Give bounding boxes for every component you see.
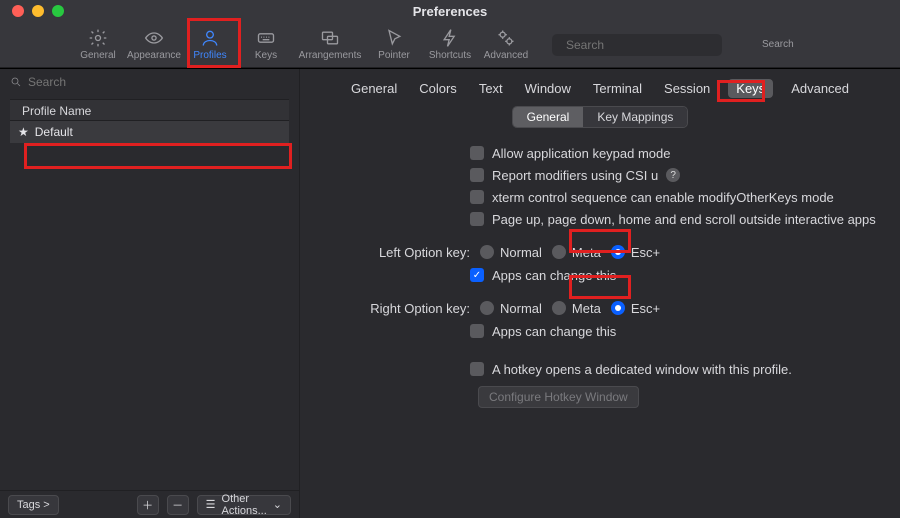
toolbar-label: Keys — [255, 50, 277, 61]
label-apps-change-left: Apps can change this — [492, 268, 616, 283]
keyboard-icon — [256, 28, 276, 48]
body: Profile Name ★ Default Tags > ＋ － ☰ Othe… — [0, 68, 900, 518]
label-allow-keypad: Allow application keypad mode — [492, 146, 671, 161]
checkbox-page-scroll[interactable] — [470, 212, 484, 226]
toolbar-label: Profiles — [193, 50, 226, 61]
label-page-scroll: Page up, page down, home and end scroll … — [492, 212, 876, 227]
titlebar: Preferences — [0, 0, 900, 22]
profile-detail: General Colors Text Window Terminal Sess… — [300, 69, 900, 518]
star-icon: ★ — [18, 125, 29, 139]
toolbar-general[interactable]: General — [70, 22, 126, 68]
profile-list-header: Profile Name — [10, 99, 289, 121]
toolbar-label: Shortcuts — [429, 50, 471, 61]
tab-colors[interactable]: Colors — [415, 79, 461, 98]
label-apps-change-right: Apps can change this — [492, 324, 616, 339]
other-actions-menu[interactable]: ☰ Other Actions... ⌄ — [197, 495, 291, 515]
tab-session[interactable]: Session — [660, 79, 714, 98]
checkbox-apps-change-right[interactable] — [470, 324, 484, 338]
profiles-search-input[interactable] — [28, 75, 289, 89]
toolbar-search[interactable] — [552, 34, 722, 56]
profiles-sidebar: Profile Name ★ Default Tags > ＋ － ☰ Othe… — [0, 69, 300, 518]
tags-button[interactable]: Tags > — [8, 495, 59, 515]
toolbar-label: Arrangements — [299, 50, 362, 61]
help-icon[interactable]: ? — [666, 168, 680, 182]
windows-icon — [320, 28, 340, 48]
profile-tabs: General Colors Text Window Terminal Sess… — [300, 79, 900, 98]
tab-terminal[interactable]: Terminal — [589, 79, 646, 98]
label-report-csi: Report modifiers using CSI u — [492, 168, 658, 183]
person-icon — [200, 28, 220, 48]
subtab-key-mappings[interactable]: Key Mappings — [583, 107, 687, 127]
toolbar-label: Appearance — [127, 50, 181, 61]
radio-right-normal[interactable] — [480, 301, 494, 315]
menu-icon: ☰ — [206, 498, 216, 511]
checkbox-xterm-modify[interactable] — [470, 190, 484, 204]
flash-icon — [440, 28, 460, 48]
checkbox-hotkey-window[interactable] — [470, 362, 484, 376]
profiles-search[interactable] — [0, 69, 299, 95]
profile-name: Default — [35, 125, 73, 139]
checkbox-apps-change-left[interactable]: ✓ — [470, 268, 484, 282]
tab-keys[interactable]: Keys — [728, 79, 773, 98]
profile-list: ★ Default — [10, 121, 289, 143]
toolbar-label: General — [80, 50, 116, 61]
tab-advanced[interactable]: Advanced — [787, 79, 853, 98]
tab-text[interactable]: Text — [475, 79, 507, 98]
radio-left-meta[interactable] — [552, 245, 566, 259]
chevron-down-icon: ⌄ — [273, 498, 282, 511]
radio-left-escplus[interactable] — [611, 245, 625, 259]
tab-general[interactable]: General — [347, 79, 401, 98]
keys-subtabs: General Key Mappings — [300, 106, 900, 128]
label-hotkey-window: A hotkey opens a dedicated window with t… — [492, 362, 792, 377]
keys-general-options: Allow application keypad mode Report mod… — [300, 142, 900, 408]
pointer-icon — [384, 28, 404, 48]
right-option-label: Right Option key: — [360, 301, 470, 316]
add-profile-button[interactable]: ＋ — [137, 495, 159, 515]
search-icon — [10, 76, 22, 88]
gears-icon — [496, 28, 516, 48]
toolbar-keys[interactable]: Keys — [238, 22, 294, 68]
preferences-toolbar: General Appearance Profiles Keys Arrange… — [0, 22, 900, 68]
label-xterm-modify: xterm control sequence can enable modify… — [492, 190, 834, 205]
toolbar-pointer[interactable]: Pointer — [366, 22, 422, 68]
radio-left-normal[interactable] — [480, 245, 494, 259]
toolbar-label: Advanced — [484, 50, 528, 61]
profile-row-default[interactable]: ★ Default — [10, 121, 289, 143]
profiles-footer: Tags > ＋ － ☰ Other Actions... ⌄ — [0, 490, 299, 518]
subtab-general[interactable]: General — [513, 107, 584, 127]
window-title: Preferences — [0, 4, 900, 19]
toolbar-search-input[interactable] — [566, 38, 721, 52]
toolbar-advanced[interactable]: Advanced — [478, 22, 534, 68]
radio-right-meta[interactable] — [552, 301, 566, 315]
radio-right-escplus[interactable] — [611, 301, 625, 315]
checkbox-report-csi[interactable] — [470, 168, 484, 182]
preferences-window: Preferences General Appearance Profiles … — [0, 0, 900, 518]
configure-hotkey-button[interactable]: Configure Hotkey Window — [478, 386, 639, 408]
toolbar-label: Pointer — [378, 50, 410, 61]
checkbox-allow-keypad[interactable] — [470, 146, 484, 160]
toolbar-profiles[interactable]: Profiles — [182, 22, 238, 68]
toolbar-arrangements[interactable]: Arrangements — [294, 22, 366, 68]
left-option-label: Left Option key: — [360, 245, 470, 260]
tab-window[interactable]: Window — [521, 79, 575, 98]
toolbar-search-label: Search — [762, 39, 794, 50]
remove-profile-button[interactable]: － — [167, 495, 189, 515]
other-actions-label: Other Actions... — [222, 493, 267, 517]
gear-icon — [88, 28, 108, 48]
toolbar-shortcuts[interactable]: Shortcuts — [422, 22, 478, 68]
toolbar-appearance[interactable]: Appearance — [126, 22, 182, 68]
eye-icon — [144, 28, 164, 48]
